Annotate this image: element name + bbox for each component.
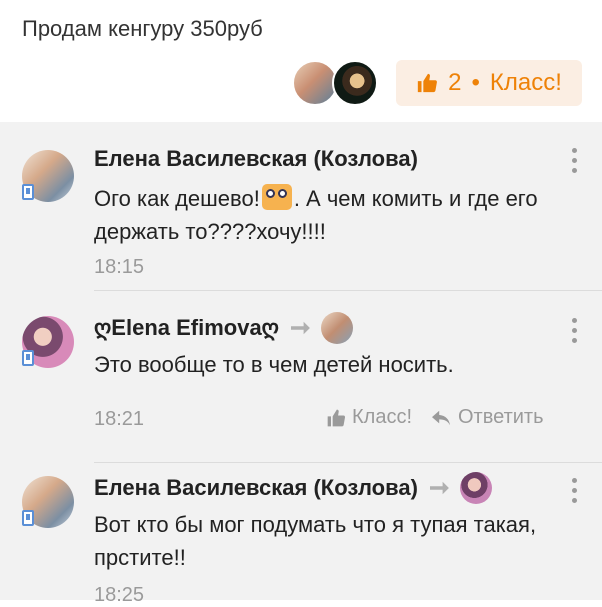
reply-arrow-icon [429, 481, 449, 495]
reactor-avatar[interactable] [332, 60, 378, 106]
comment-author[interactable]: ღElena Efimovaღ [94, 312, 353, 344]
comment-text: Ого как дешево!. А чем комить и где его … [94, 182, 564, 248]
comment: Елена Василевская (Козлова) Вот кто бы м… [0, 452, 602, 606]
comment-like-button[interactable]: Класс! [326, 406, 412, 429]
comment: ღElena Efimovaღ Это вообще то в чем дете… [0, 292, 602, 450]
author-name[interactable]: ღElena Efimovaღ [94, 315, 279, 341]
more-vertical-icon[interactable] [572, 478, 578, 504]
reactors-avatars[interactable] [292, 60, 384, 108]
online-badge-icon [22, 350, 34, 366]
more-vertical-icon[interactable] [572, 148, 578, 174]
comment: Елена Василевская (Козлова) Ого как деше… [0, 122, 602, 292]
like-separator: • [471, 69, 480, 96]
post: Продам кенгуру 350руб 2 • Класс! [0, 0, 602, 122]
comment-text-part: Ого как дешево! [94, 186, 260, 211]
comment-time: 18:21 [94, 408, 145, 430]
reply-arrow-icon [290, 321, 310, 335]
thumbs-up-icon [417, 73, 438, 93]
comment-text: Это вообще то в чем детей носить. [94, 352, 454, 377]
comments-list: Елена Василевская (Козлова) Ого как деше… [0, 122, 602, 606]
comment-text: Вот кто бы мог подумать что я тупая така… [94, 512, 537, 570]
comment-actions: Класс! Ответить [326, 406, 544, 429]
comment-reply-button[interactable]: Ответить [430, 406, 544, 429]
online-badge-icon [22, 184, 34, 200]
comment-reply-label: Ответить [458, 406, 544, 428]
post-text: Продам кенгуру 350руб [22, 16, 263, 41]
comment-time: 18:25 [94, 584, 145, 606]
comment-time: 18:15 [94, 256, 145, 278]
divider [94, 290, 602, 291]
reply-to-avatar[interactable] [459, 472, 492, 504]
post-like-button[interactable]: 2 • Класс! [396, 60, 582, 106]
thumbs-up-icon [327, 409, 346, 426]
author-name[interactable]: Елена Василевская (Козлова) [94, 146, 418, 172]
comment-like-label: Класс! [352, 406, 412, 428]
like-count: 2 [448, 69, 462, 96]
emoji-icon [261, 184, 292, 210]
like-label: Класс! [489, 69, 562, 96]
online-badge-icon [22, 510, 34, 526]
comment-author[interactable]: Елена Василевская (Козлова) [94, 472, 492, 504]
author-name[interactable]: Елена Василевская (Козлова) [94, 475, 418, 501]
comment-author[interactable]: Елена Василевская (Козлова) [94, 146, 418, 172]
more-vertical-icon[interactable] [572, 318, 578, 344]
reply-icon [432, 410, 450, 425]
reply-to-avatar[interactable] [320, 312, 353, 344]
